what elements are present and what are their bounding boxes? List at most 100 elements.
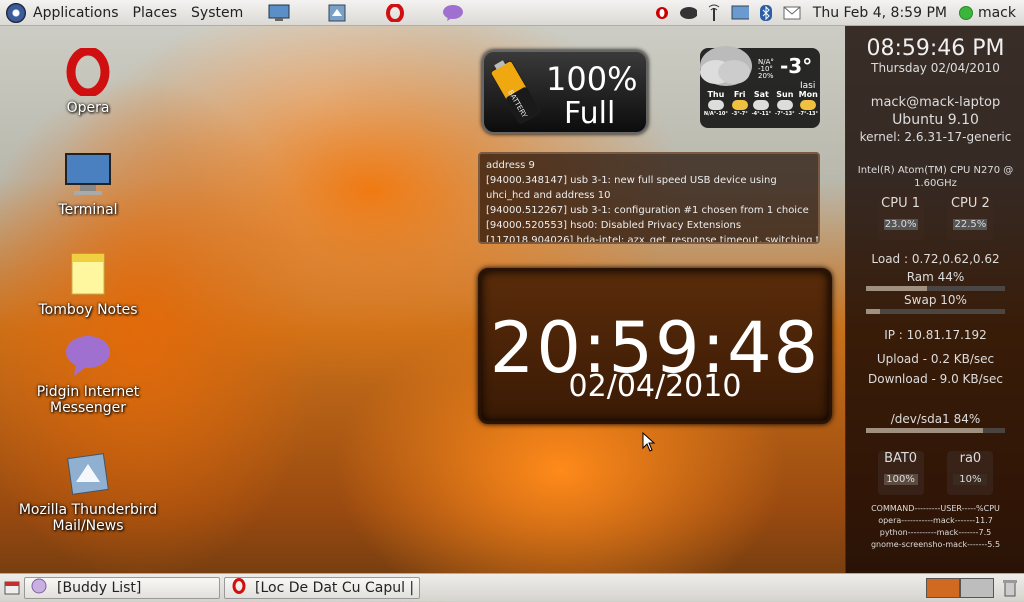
speaker-icon[interactable]: [679, 4, 697, 22]
thunderbird-launcher-icon[interactable]: [326, 4, 348, 22]
conky-disk: /dev/sda1 84%: [890, 412, 981, 426]
opera-icon: [64, 46, 112, 98]
conky-host: mack@mack-laptop: [870, 95, 1001, 110]
trash-icon[interactable]: [1002, 578, 1018, 602]
cpu2-value: 22.5%: [953, 219, 988, 230]
user-switcher[interactable]: mack: [958, 4, 1016, 21]
forecast-day: Sun -7°-13°: [775, 90, 795, 117]
taskbar-item-label: [Buddy List]: [57, 579, 142, 596]
opera-launcher-icon[interactable]: [384, 3, 406, 22]
conky-system-monitor: 08:59:46 PM Thursday 02/04/2010 mack@mac…: [845, 26, 1024, 573]
pidgin-icon: [64, 332, 112, 380]
swap-bar-fill: [866, 309, 880, 314]
conky-upload: Upload - 0.2 KB/sec: [876, 352, 995, 366]
pidgin-launcher-icon[interactable]: [442, 4, 464, 22]
mail-envelope-icon[interactable]: [783, 4, 801, 22]
conky-ip: IP : 10.81.17.192: [884, 328, 987, 342]
desktop-icon-pidgin[interactable]: Pidgin Internet Messenger: [18, 332, 158, 416]
weather-forecast: Thu N/A°-10° Fri -3°-7° Sat -4°-11° Sun -7°-…: [702, 90, 820, 117]
conky-swap: Swap 10%: [904, 293, 967, 307]
display-icon[interactable]: [731, 4, 749, 22]
workspace-switcher: [926, 578, 994, 598]
snow-icon: [753, 100, 770, 110]
system-tray: Thu Feb 4, 8:59 PM mack: [649, 0, 1024, 25]
disk-bar-fill: [866, 428, 983, 433]
weather-humidity: 20%: [758, 72, 774, 80]
terminal-launcher-icon[interactable]: [268, 4, 290, 22]
cloud-icon: [700, 46, 752, 86]
clock-date: 02/04/2010: [568, 369, 742, 404]
taskbar-item-buddy-list[interactable]: [Buddy List]: [24, 576, 220, 599]
conky-cpu-cores: CPU 1 23.0% CPU 2 22.5%: [846, 196, 1024, 240]
forecast-day: Mon -7°-13°: [798, 90, 819, 117]
opera-tray-icon[interactable]: [653, 4, 671, 22]
log-line: [94000.348147] usb 3-1: new full speed U…: [486, 175, 777, 201]
bluetooth-icon[interactable]: [757, 4, 775, 22]
forecast-day: Fri -3°-7°: [731, 90, 748, 117]
log-line: [94000.512267] usb 3-1: configuration #1…: [486, 205, 809, 216]
conky-os: Ubuntu 9.10: [892, 112, 979, 128]
desktop-icon-opera[interactable]: Opera: [18, 46, 158, 116]
conky-process-list: COMMAND---------USER-----%CPU opera-----…: [846, 503, 1024, 551]
disk-bar: [866, 428, 1005, 433]
workspace-2[interactable]: [960, 578, 994, 598]
bottom-panel: [Buddy List] [Loc De Dat Cu Capul | ...: [0, 573, 1024, 601]
show-desktop-icon[interactable]: [4, 580, 20, 596]
desktop-icon-label: Tomboy Notes: [38, 302, 138, 318]
process-row: gnome-screensho-mack-------5.5: [870, 540, 1001, 549]
opera-task-icon: [231, 577, 247, 598]
process-row: python----------mack-------7.5: [879, 528, 992, 537]
ubuntu-logo-icon[interactable]: [6, 2, 26, 23]
cpu1-box: CPU 1 23.0%: [877, 196, 924, 240]
status-available-icon: [958, 5, 973, 20]
desktop-icon-label: Opera: [66, 100, 110, 116]
cpu2-label: CPU 2: [950, 196, 990, 211]
conky-ram: Ram 44%: [906, 270, 965, 284]
snow-icon: [776, 100, 793, 110]
workspace-1[interactable]: [926, 578, 960, 598]
bat0-label: BAT0: [884, 451, 918, 466]
digital-clock-widget: 20:59:48 02/04/2010: [478, 268, 832, 424]
ra0-label: ra0: [959, 451, 982, 466]
bat0-value: 100%: [883, 474, 918, 485]
desktop-icon-label: Mozilla Thunderbird Mail/News: [18, 502, 158, 534]
kernel-log-widget: address 9 [94000.348147] usb 3-1: new fu…: [478, 152, 820, 244]
process-row: opera-----------mack-------11.7: [878, 516, 993, 525]
desktop-icon-tomboy[interactable]: Tomboy Notes: [18, 250, 158, 318]
ram-bar-fill: [866, 286, 928, 291]
username: mack: [977, 4, 1016, 21]
process-header: COMMAND---------USER-----%CPU: [871, 504, 1000, 513]
thunderbird-icon: [64, 450, 112, 498]
forecast-day: Sat -4°-11°: [751, 90, 772, 117]
conky-load: Load : 0.72,0.62,0.62: [871, 252, 1000, 266]
pidgin-task-icon: [31, 578, 47, 598]
taskbar-item-label: [Loc De Dat Cu Capul | ...: [255, 579, 413, 596]
battery-widget: BATTERY 100% Full: [482, 50, 648, 134]
cpu1-label: CPU 1: [881, 196, 920, 211]
bat0-box: BAT0 100%: [877, 451, 924, 495]
cpu2-box: CPU 2 22.5%: [947, 196, 994, 240]
log-line: [117018.904026] hda-intel: azx_get_respo…: [486, 235, 820, 244]
menu-system[interactable]: System: [184, 5, 250, 21]
battery-percent: 100%: [546, 60, 638, 98]
taskbar-item-opera[interactable]: [Loc De Dat Cu Capul | ...: [224, 576, 420, 599]
log-line: [94000.520553] hso0: Disabled Privacy Ex…: [486, 220, 742, 231]
cloud-sun-icon: [731, 100, 748, 110]
menu-places[interactable]: Places: [126, 5, 185, 21]
panel-clock[interactable]: Thu Feb 4, 8:59 PM: [813, 5, 947, 21]
menu-applications[interactable]: Applications: [26, 5, 126, 21]
conky-cpu-model: Intel(R) Atom(TM) CPU N270 @ 1.60GHz: [857, 165, 1014, 189]
swap-bar: [866, 309, 1005, 314]
ra0-value: 10%: [953, 474, 988, 485]
cloud-sun-icon: [707, 100, 724, 110]
terminal-icon: [64, 150, 112, 198]
conky-time: 08:59:46 PM: [866, 36, 1005, 61]
conky-download: Download - 9.0 KB/sec: [868, 372, 1003, 386]
ram-bar: [866, 286, 1005, 291]
cpu1-value: 23.0%: [883, 219, 918, 230]
cloud-sun-icon: [800, 100, 817, 110]
network-antenna-icon[interactable]: [705, 4, 723, 22]
desktop-icon-label: Pidgin Internet Messenger: [36, 384, 140, 416]
desktop-icon-thunderbird[interactable]: Mozilla Thunderbird Mail/News: [18, 450, 158, 534]
desktop-icon-terminal[interactable]: Terminal: [18, 150, 158, 218]
